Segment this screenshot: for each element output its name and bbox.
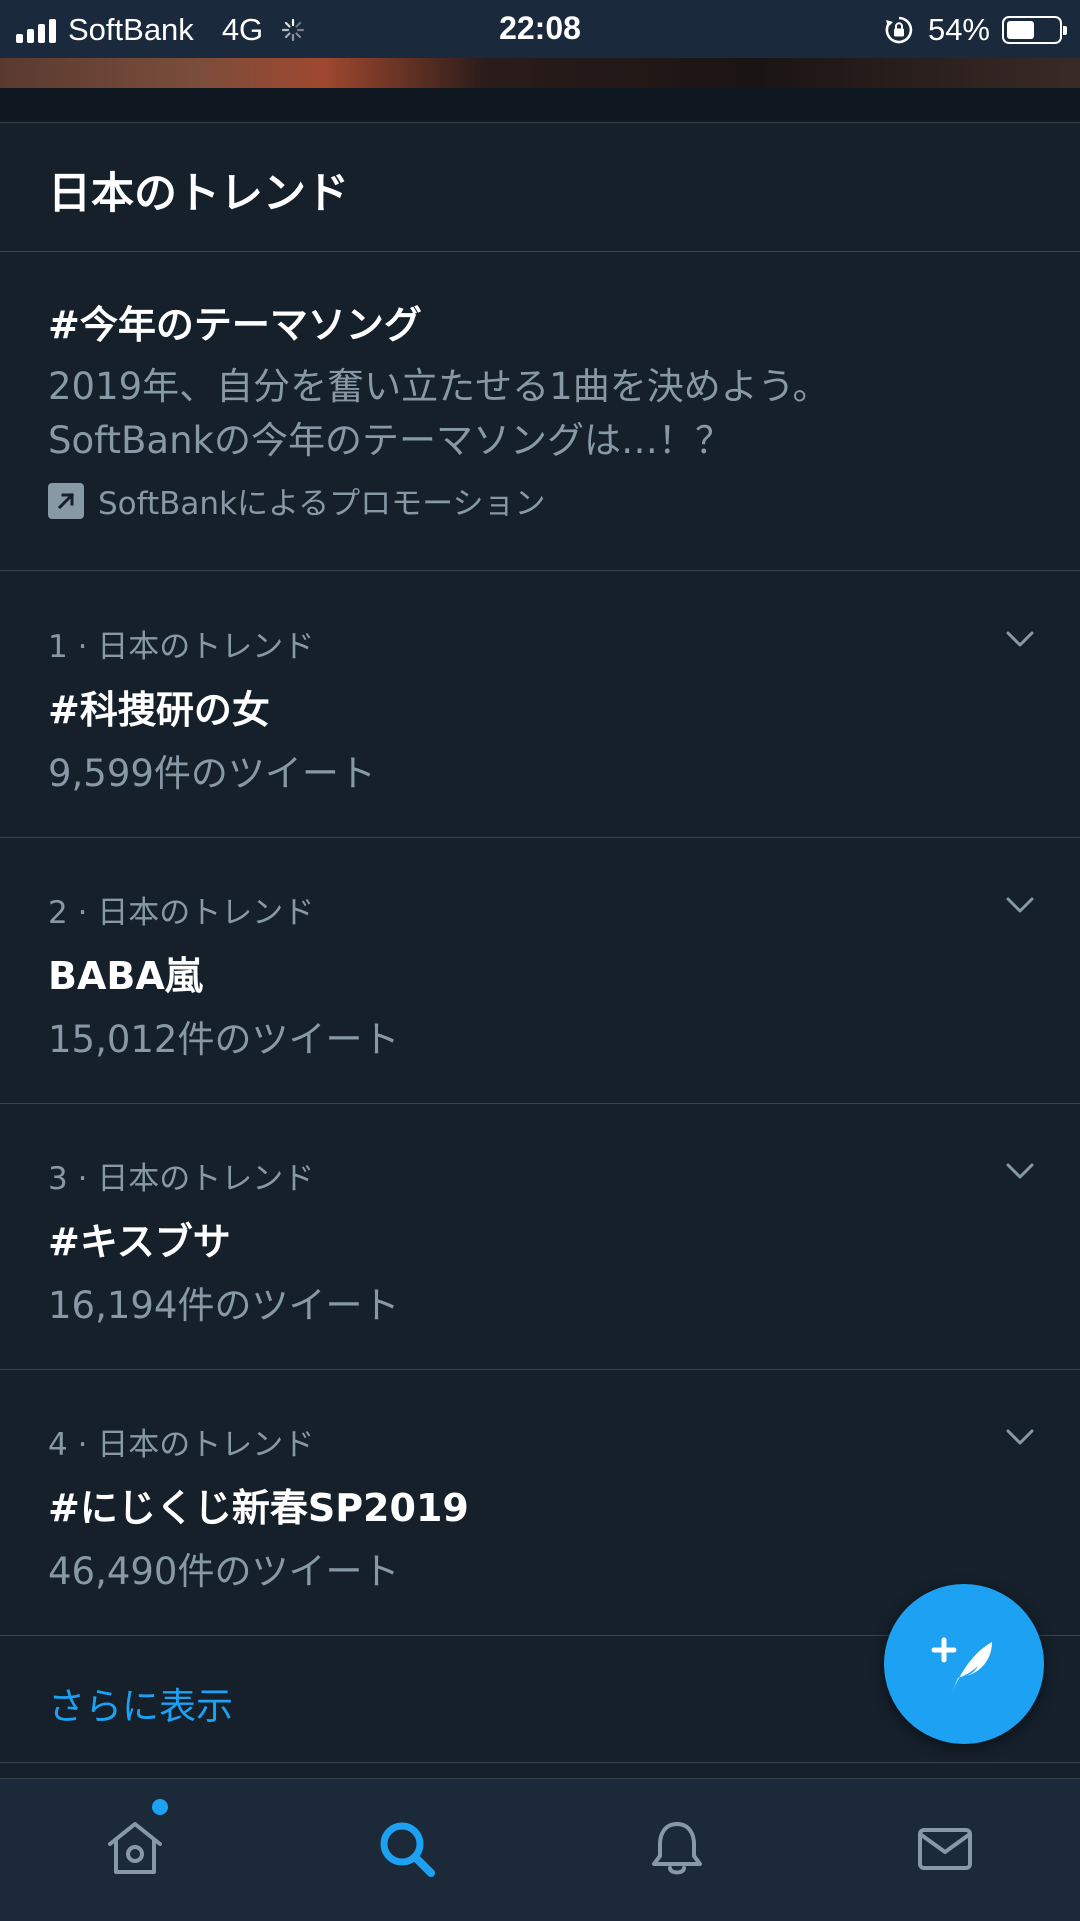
trend-rank-label: 2 · 日本のトレンド [48,895,315,931]
trend-name: BABA嵐 [48,954,203,998]
rotation-lock-icon [885,16,913,44]
trend-rank-label: 4 · 日本のトレンド [48,1427,315,1463]
bottom-tab-bar [0,1778,1080,1921]
promoted-by-badge: SoftBankによるプロモーション [48,478,545,523]
promoted-by-label: SoftBankによるプロモーション [98,486,546,522]
section-gap [0,88,1080,123]
tab-notifications[interactable] [637,1809,717,1889]
promoted-arrow-icon [48,482,84,519]
promoted-trend[interactable]: #今年のテーマソング 2019年、自分を奮い立たせる1曲を決めよう。 SoftB… [0,252,1080,571]
promoted-trend-title: #今年のテーマソング [48,303,422,347]
trend-name: #科捜研の女 [48,688,270,732]
status-bar-right: 54% [884,10,1067,50]
trend-rank-label: 3 · 日本のトレンド [48,1161,315,1197]
search-icon [380,1822,435,1877]
status-bar: SoftBank 4G 22:08 54% [0,0,1080,58]
trend-item[interactable]: 3 · 日本のトレンド #キスブサ 16,194件のツイート [0,1103,1080,1370]
trend-tweet-count: 46,490件のツイート [48,1550,400,1593]
trend-tweet-count: 16,194件のツイート [48,1284,400,1327]
trend-rank-label: 1 · 日本のトレンド [48,629,315,665]
compose-tweet-button[interactable] [884,1584,1044,1744]
tab-home[interactable] [95,1809,175,1889]
battery-level [1007,21,1034,39]
new-content-indicator [152,1799,168,1815]
trend-name: #キスブサ [48,1220,231,1264]
trend-item[interactable]: 2 · 日本のトレンド BABA嵐 15,012件のツイート [0,837,1080,1104]
notifications-icon [652,1822,702,1875]
home-icon [108,1822,162,1874]
battery-percent: 54% [927,12,990,47]
trend-item[interactable]: 1 · 日本のトレンド #科捜研の女 9,599件のツイート [0,571,1080,838]
promo-description-line: SoftBankの今年のテーマソングは…！？ [48,419,732,462]
scrolled-content-remnant [0,58,1080,88]
trend-tweet-count: 9,599件のツイート [48,752,376,795]
chevron-down-icon[interactable] [1000,619,1040,659]
tab-messages[interactable] [905,1809,985,1889]
trend-item[interactable]: 4 · 日本のトレンド #にじくじ新春SP2019 46,490件のツイート [0,1369,1080,1636]
trend-tweet-count: 15,012件のツイート [48,1018,400,1061]
chevron-down-icon[interactable] [1000,1417,1040,1457]
show-more-link[interactable]: さらに表示 [48,1676,233,1730]
page-title: 日本のトレンド [48,169,349,219]
promoted-trend-description: 2019年、自分を奮い立たせる1曲を決めよう。 SoftBankの今年のテーマソ… [48,360,1028,468]
trend-name: #にじくじ新春SP2019 [48,1486,469,1530]
trends-header: 日本のトレンド [0,123,1080,252]
tab-search[interactable] [367,1809,447,1889]
chevron-down-icon[interactable] [1000,885,1040,925]
cropped-image [0,58,1080,88]
compose-tweet-icon [931,1637,992,1692]
chevron-down-icon[interactable] [1000,1151,1040,1191]
battery-icon [1002,16,1067,44]
promo-description-line: 2019年、自分を奮い立たせる1曲を決めよう。 [48,365,830,408]
messages-icon [918,1828,972,1870]
